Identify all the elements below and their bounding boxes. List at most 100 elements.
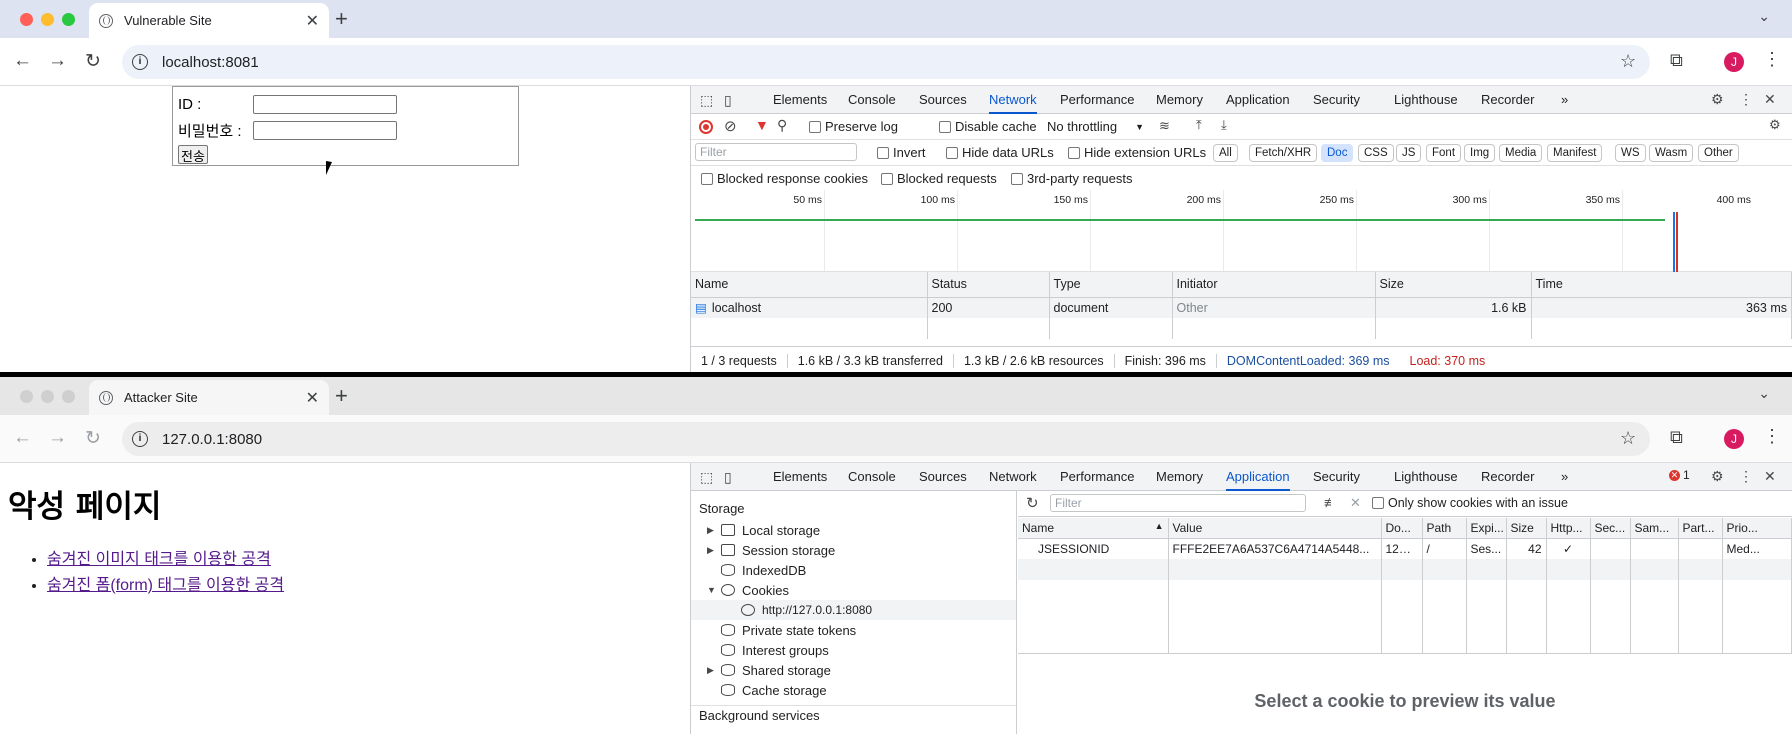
expand-triangle-icon[interactable]: ▶ <box>707 665 717 676</box>
reload-icon[interactable]: ↻ <box>85 427 101 450</box>
error-count-badge[interactable]: ✕ 1 <box>1669 468 1690 482</box>
third-party-requests-checkbox[interactable]: 3rd-party requests <box>1011 171 1133 186</box>
sidebar-item-cookie-origin[interactable]: http://127.0.0.1:8080 <box>691 600 1016 620</box>
blocked-response-cookies-checkbox[interactable]: Blocked response cookies <box>701 171 868 186</box>
chip-manifest[interactable]: Manifest <box>1547 144 1603 162</box>
expand-triangle-icon[interactable]: ▶ <box>707 525 717 536</box>
back-arrow-icon[interactable]: ← <box>13 427 32 449</box>
tab-application[interactable]: Application <box>1226 463 1290 491</box>
more-tabs-icon[interactable]: » <box>1561 463 1568 491</box>
tab-memory[interactable]: Memory <box>1156 463 1203 491</box>
tab-recorder[interactable]: Recorder <box>1481 463 1534 491</box>
submit-button[interactable]: 전송 <box>178 145 208 164</box>
column-header-name[interactable]: Name ▲ <box>1018 518 1169 539</box>
column-header-samesite[interactable]: Sam... <box>1630 518 1679 539</box>
zoom-window-button[interactable] <box>62 13 75 26</box>
column-header-expires[interactable]: Expi... <box>1466 518 1507 539</box>
collapse-triangle-icon[interactable]: ▼ <box>707 585 717 595</box>
avatar[interactable]: J <box>1724 52 1744 72</box>
filter-funnel-icon[interactable]: ▼ <box>755 117 769 133</box>
tab-lighthouse[interactable]: Lighthouse <box>1394 86 1458 114</box>
sidebar-item-session-storage[interactable]: ▶ Session storage <box>691 540 1016 560</box>
chip-wasm[interactable]: Wasm <box>1649 144 1694 162</box>
address-bar[interactable]: i 127.0.0.1:8080 <box>122 422 1650 456</box>
sidebar-item-indexeddb[interactable]: IndexedDB <box>691 560 1016 580</box>
hidden-form-attack-link[interactable]: 숨겨진 폼(form) 태그를 이용한 공격 <box>47 577 284 594</box>
close-devtools-icon[interactable]: ✕ <box>1764 91 1776 108</box>
sidebar-item-local-storage[interactable]: ▶ Local storage <box>691 520 1016 540</box>
sidebar-item-interest-groups[interactable]: Interest groups <box>691 640 1016 660</box>
column-header-value[interactable]: Value <box>1168 518 1382 539</box>
browser-tab[interactable]: Attacker Site ✕ <box>89 380 329 415</box>
tab-network[interactable]: Network <box>989 463 1037 491</box>
column-header-time[interactable]: Time <box>1531 272 1792 298</box>
chip-ws[interactable]: WS <box>1615 144 1646 162</box>
tab-sources[interactable]: Sources <box>919 463 967 491</box>
hide-extension-urls-checkbox[interactable]: Hide extension URLs <box>1068 145 1206 160</box>
cookie-filter-input[interactable]: Filter <box>1050 494 1306 512</box>
chevron-down-icon[interactable]: ⌄ <box>1758 8 1770 25</box>
tab-sources[interactable]: Sources <box>919 86 967 114</box>
hidden-image-attack-link[interactable]: 숨겨진 이미지 태크를 이용한 공격 <box>47 551 271 568</box>
close-tab-icon[interactable]: ✕ <box>306 388 319 408</box>
wifi-conditions-icon[interactable]: ≋ <box>1159 118 1170 134</box>
search-icon[interactable]: ⚲ <box>777 117 787 134</box>
chip-media[interactable]: Media <box>1499 144 1543 162</box>
throttling-select[interactable]: No throttling ▼ <box>1047 119 1144 134</box>
device-toolbar-icon[interactable]: ▯ <box>724 92 732 109</box>
id-input[interactable] <box>253 94 397 114</box>
tab-memory[interactable]: Memory <box>1156 86 1203 114</box>
hide-data-urls-checkbox[interactable]: Hide data URLs <box>946 145 1054 160</box>
settings-gear-icon[interactable]: ⚙ <box>1711 91 1724 108</box>
preserve-log-checkbox[interactable]: Preserve log <box>809 119 898 134</box>
tab-console[interactable]: Console <box>848 463 896 491</box>
chip-img[interactable]: Img <box>1464 144 1496 162</box>
column-header-path[interactable]: Path <box>1422 518 1467 539</box>
new-tab-icon[interactable]: + <box>335 383 348 409</box>
info-icon[interactable]: i <box>132 54 148 70</box>
column-header-size[interactable]: Size <box>1506 518 1547 539</box>
chip-fetch-xhr[interactable]: Fetch/XHR <box>1249 144 1318 162</box>
filter-input[interactable]: Filter <box>695 143 857 161</box>
new-tab-icon[interactable]: + <box>335 6 348 32</box>
avatar[interactable]: J <box>1724 429 1744 449</box>
sidebar-item-cache-storage[interactable]: Cache storage <box>691 680 1016 700</box>
settings-gear-icon[interactable]: ⚙ <box>1711 468 1724 485</box>
back-arrow-icon[interactable]: ← <box>13 50 32 72</box>
chevron-down-icon[interactable]: ⌄ <box>1758 385 1770 402</box>
chip-all[interactable]: All <box>1213 144 1238 162</box>
chip-font[interactable]: Font <box>1426 144 1462 162</box>
download-icon[interactable]: ⤓ <box>1221 117 1227 133</box>
tab-performance[interactable]: Performance <box>1060 86 1134 114</box>
sidebar-item-shared-storage[interactable]: ▶ Shared storage <box>691 660 1016 680</box>
sidebar-item-cookies[interactable]: ▼ Cookies <box>691 580 1016 600</box>
bookmark-star-icon[interactable]: ☆ <box>1620 428 1636 449</box>
inspect-element-icon[interactable]: ⬚ <box>700 92 713 109</box>
chip-css[interactable]: CSS <box>1358 144 1394 162</box>
tab-security[interactable]: Security <box>1313 463 1360 491</box>
close-window-button[interactable] <box>20 390 33 403</box>
browser-tab[interactable]: Vulnerable Site ✕ <box>89 3 329 38</box>
table-row[interactable]: ▤ localhost 200 document Other 1.6 kB 363… <box>691 297 1792 318</box>
column-header-initiator[interactable]: Initiator <box>1172 272 1376 298</box>
close-window-button[interactable] <box>20 13 33 26</box>
minimize-window-button[interactable] <box>41 13 54 26</box>
password-input[interactable] <box>253 120 397 140</box>
extensions-icon[interactable]: ⧉ <box>1670 427 1683 448</box>
reload-icon[interactable]: ↻ <box>85 50 101 73</box>
tab-elements[interactable]: Elements <box>773 463 827 491</box>
bookmark-star-icon[interactable]: ☆ <box>1620 51 1636 72</box>
disable-cache-checkbox[interactable]: Disable cache <box>939 119 1037 134</box>
network-timeline[interactable]: 50 ms 100 ms 150 ms 200 ms 250 ms 300 ms… <box>691 190 1792 272</box>
blocked-requests-checkbox[interactable]: Blocked requests <box>881 171 997 186</box>
network-settings-gear-icon[interactable]: ⚙ <box>1769 117 1781 133</box>
more-menu-icon[interactable]: ⋮ <box>1763 426 1781 447</box>
inspect-element-icon[interactable]: ⬚ <box>700 469 713 486</box>
column-header-status[interactable]: Status <box>927 272 1050 298</box>
tab-security[interactable]: Security <box>1313 86 1360 114</box>
delete-selected-icon[interactable]: ✕ <box>1350 495 1361 511</box>
tab-lighthouse[interactable]: Lighthouse <box>1394 463 1458 491</box>
chip-js[interactable]: JS <box>1396 144 1422 162</box>
chip-other[interactable]: Other <box>1698 144 1739 162</box>
chip-doc[interactable]: Doc <box>1321 144 1354 162</box>
